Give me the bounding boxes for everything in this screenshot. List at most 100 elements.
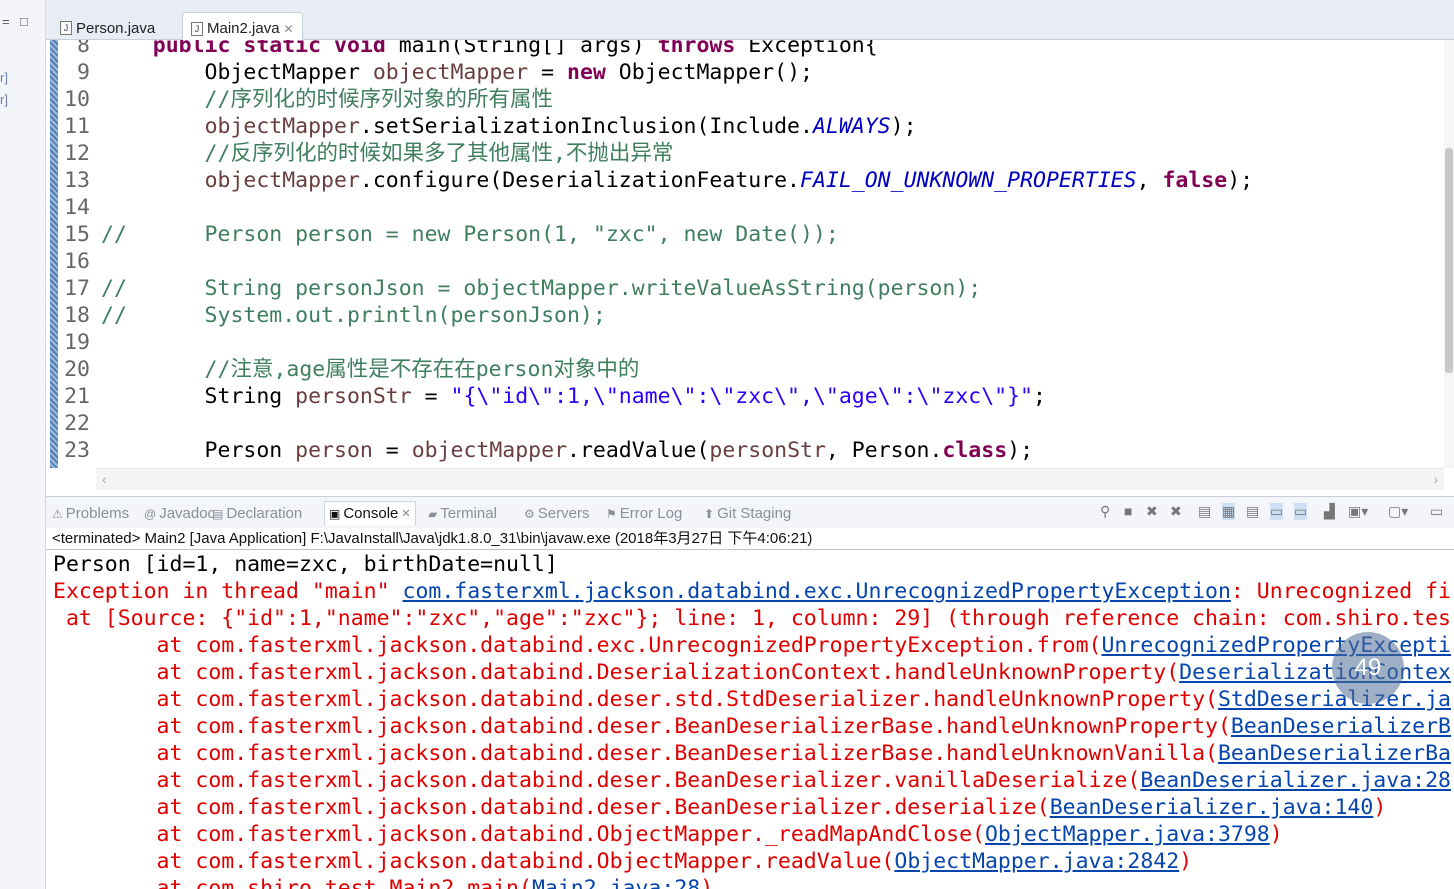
tab-label: Person.java (76, 19, 156, 37)
line-number: 14 (64, 195, 90, 220)
tab-label: Terminal (440, 505, 497, 522)
code-text: public static void main(String[] args) t… (101, 40, 878, 59)
vertical-scrollbar[interactable] (1444, 40, 1454, 468)
stacktrace-link[interactable]: BeanDeserializer.java:28 (1140, 768, 1451, 793)
console-text: at [Source: {"id":1,"name":"zxc","age":"… (53, 606, 1451, 631)
code-text: // String personJson = objectMapper.writ… (101, 275, 981, 302)
console-line: at com.fasterxml.jackson.databind.exc.Un… (53, 632, 1451, 659)
code-token: "{\"id\":1,\"name\":\"zxc\",\"age\":\"zx… (450, 384, 1033, 409)
code-token: Exception{ (748, 40, 878, 58)
show-stdout-icon[interactable]: ▭ (1270, 503, 1284, 520)
stacktrace-link[interactable]: BeanDeserializerB (1231, 714, 1451, 739)
code-token: .configure(DeserializationFeature. (359, 168, 801, 193)
code-text: Person person = objectMapper.readValue(p… (101, 437, 1034, 464)
remove-launch-icon[interactable]: ✖ (1146, 503, 1158, 520)
console-text: at com.fasterxml.jackson.databind.deser.… (53, 795, 1050, 820)
java-file-icon: J (60, 21, 72, 35)
code-token: ; (1033, 384, 1046, 409)
terminate-icon[interactable]: ■ (1124, 503, 1132, 519)
console-line: at [Source: {"id":1,"name":"zxc","age":"… (53, 605, 1451, 632)
minimize-icon[interactable]: = (2, 14, 10, 29)
console-text: at com.fasterxml.jackson.databind.deser.… (53, 741, 1218, 766)
display-console-icon[interactable]: ▣▾ (1348, 503, 1368, 520)
line-number: 17 (64, 276, 90, 301)
code-token: ); (1007, 438, 1034, 463)
word-wrap-icon[interactable]: ▤ (1246, 503, 1259, 520)
tab-main2-java[interactable]: J Main2.java ✕ (182, 12, 303, 40)
code-token: objectMapper (204, 168, 360, 193)
scroll-left-icon[interactable]: ‹ (102, 471, 107, 487)
minimize-view-icon[interactable]: ▭ (1430, 503, 1443, 520)
show-stderr-icon[interactable]: ▭ (1294, 503, 1308, 520)
stacktrace-link[interactable]: DeserializationContex (1179, 660, 1451, 685)
stacktrace-link[interactable]: Main2.java:28 (532, 876, 700, 889)
code-token: ); (890, 114, 917, 139)
tab-console[interactable]: ▣ Console ✕ (324, 501, 416, 525)
tab-error-log[interactable]: ⚑ Error Log (606, 505, 682, 522)
stacktrace-link[interactable]: BeanDeserializerBa (1218, 741, 1451, 766)
console-line: Person [id=1, name=zxc, birthDate=null] (53, 551, 558, 578)
clear-console-icon[interactable]: ▤ (1198, 503, 1211, 520)
code-token: objectMapper (411, 438, 568, 463)
code-token: .setSerializationInclusion(Include. (359, 114, 813, 139)
tab-declaration[interactable]: ▤ Declaration (212, 505, 302, 522)
code-token: , (1136, 168, 1163, 193)
close-icon[interactable]: ✕ (401, 507, 410, 520)
code-token: ALWAYS (812, 114, 891, 139)
scroll-lock-icon[interactable]: ▦ (1222, 503, 1236, 520)
code-token: personStr (295, 384, 412, 409)
tab-javadoc[interactable]: @ Javadoc (144, 505, 215, 522)
weather-overlay-widget[interactable]: 49 (1332, 632, 1404, 704)
change-ruler (50, 40, 58, 468)
stacktrace-link[interactable]: BeanDeserializer.java:140 (1050, 795, 1374, 820)
console-line: at com.fasterxml.jackson.databind.deser.… (53, 740, 1451, 767)
tab-problems[interactable]: ⚠ Problems (52, 505, 129, 522)
line-number: 10 (64, 87, 90, 112)
line-number: 12 (64, 141, 90, 166)
console-text: ) (700, 876, 714, 889)
scrollbar-thumb[interactable] (1445, 148, 1453, 373)
code-token: objectMapper (204, 114, 360, 139)
code-token: //序列化的时候序列对象的所有属性 (101, 87, 553, 112)
left-panel-strip: = □ r] r] (0, 0, 46, 889)
tab-servers[interactable]: ⚙ Servers (524, 505, 589, 522)
servers-icon: ⚙ (524, 506, 535, 521)
maximize-icon[interactable]: □ (20, 14, 28, 29)
explorer-fragment: r] (0, 70, 8, 85)
console-output[interactable]: Person [id=1, name=zxc, birthDate=null] E… (46, 551, 1454, 889)
line-number: 18 (64, 303, 90, 328)
console-line: at com.fasterxml.jackson.databind.Deseri… (53, 659, 1451, 686)
horizontal-scrollbar[interactable]: ‹ › (96, 468, 1444, 490)
terminal-icon: ▰ (428, 506, 438, 521)
tab-person-java[interactable]: J Person.java (52, 12, 163, 40)
code-token: ); (1227, 168, 1254, 193)
tab-git-staging[interactable]: ⬆ Git Staging (704, 505, 791, 522)
stacktrace-link[interactable]: com.fasterxml.jackson.databind.exc.Unrec… (403, 579, 1231, 604)
code-text: //反序列化的时候如果多了其他属性,不抛出异常 (101, 140, 674, 167)
line-number: 19 (64, 330, 90, 355)
line-number: 23 (64, 438, 90, 463)
open-console-icon[interactable]: ▢▾ (1388, 503, 1408, 520)
console-text: Person [id=1, name=zxc, birthDate=null] (53, 552, 558, 577)
scroll-right-icon[interactable]: › (1433, 471, 1438, 487)
line-number: 8 (77, 40, 90, 58)
stacktrace-link[interactable]: ObjectMapper.java:2842 (894, 849, 1179, 874)
code-token: Person (101, 438, 296, 463)
console-text: at com.fasterxml.jackson.databind.Object… (53, 849, 895, 874)
line-number: 11 (64, 114, 90, 139)
code-token: class (942, 438, 1008, 463)
code-text: // Person person = new Person(1, "zxc", … (101, 221, 839, 248)
code-text: //序列化的时候序列对象的所有属性 (101, 86, 553, 113)
console-text: at com.fasterxml.jackson.databind.deser.… (53, 687, 1218, 712)
stacktrace-link[interactable]: ObjectMapper.java:3798 (985, 822, 1270, 847)
tab-terminal[interactable]: ▰ Terminal (428, 505, 497, 522)
code-token: new (567, 60, 619, 85)
pin-console-icon[interactable]: ▟ (1324, 503, 1335, 520)
close-icon[interactable]: ✕ (284, 22, 294, 36)
pin-icon[interactable]: ⚲ (1100, 503, 1110, 520)
code-editor[interactable]: 8 public static void main(String[] args)… (46, 40, 1454, 468)
stacktrace-link[interactable]: StdDeserializer.ja (1218, 687, 1451, 712)
tab-label: Console (343, 505, 399, 522)
remove-all-icon[interactable]: ✖ (1170, 503, 1182, 520)
